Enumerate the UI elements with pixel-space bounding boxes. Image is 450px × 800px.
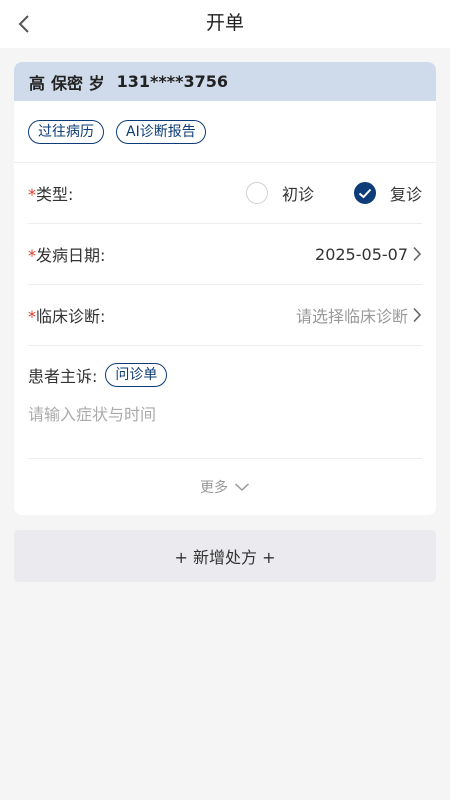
required-mark: * — [28, 185, 36, 204]
patient-phone: 131****3756 — [116, 72, 228, 91]
add-prescription-button[interactable]: + 新增处方 + — [14, 530, 436, 582]
more-label: 更多 — [200, 480, 228, 496]
visit-type-options: 初诊 复诊 — [245, 181, 422, 205]
chevron-right-icon — [412, 246, 422, 262]
chief-complaint-input[interactable] — [28, 405, 422, 424]
visit-type-row: *类型: 初诊 复诊 — [28, 163, 422, 224]
onset-date-label: *发病日期: — [28, 246, 106, 265]
patient-tags: 过往病历 AI诊断报告 — [14, 101, 436, 163]
onset-date-value: 2025-05-07 — [315, 244, 408, 264]
nav-bar: 开单 — [0, 0, 450, 48]
visit-type-label: *类型: — [28, 185, 74, 204]
order-form-card: 高 保密 岁 131****3756 过往病历 AI诊断报告 *类型: 初诊 复… — [14, 62, 436, 515]
radio-unchecked-icon[interactable] — [245, 182, 268, 204]
more-toggle[interactable]: 更多 — [14, 472, 436, 502]
patient-name: 高 — [29, 73, 46, 93]
radio-checked-icon[interactable] — [353, 182, 376, 204]
chief-complaint-label: 患者主诉: — [28, 367, 98, 386]
required-mark: * — [28, 307, 36, 326]
chevron-right-icon — [412, 307, 422, 323]
clinical-diagnosis-row[interactable]: *临床诊断: 请选择临床诊断 — [28, 285, 422, 346]
questionnaire-tag[interactable]: 问诊单 — [105, 363, 168, 387]
patient-age: 保密 岁 — [51, 73, 105, 93]
required-mark: * — [28, 246, 36, 265]
onset-date-row[interactable]: *发病日期: 2025-05-07 — [28, 224, 422, 285]
ai-diagnosis-report-tag[interactable]: AI诊断报告 — [116, 119, 206, 144]
past-records-tag[interactable]: 过往病历 — [28, 119, 104, 144]
checkmark-icon — [358, 188, 372, 198]
clinical-diagnosis-label: *临床诊断: — [28, 307, 106, 326]
radio-first-visit[interactable]: 初诊 — [245, 181, 314, 205]
radio-return-visit[interactable]: 复诊 — [353, 181, 422, 205]
patient-info-bar: 高 保密 岁 131****3756 — [14, 62, 436, 101]
chief-complaint-section: 患者主诉: 问诊单 — [28, 345, 422, 459]
page-title: 开单 — [205, 12, 244, 34]
clinical-diagnosis-placeholder: 请选择临床诊断 — [295, 307, 408, 326]
chevron-down-icon — [234, 482, 250, 492]
